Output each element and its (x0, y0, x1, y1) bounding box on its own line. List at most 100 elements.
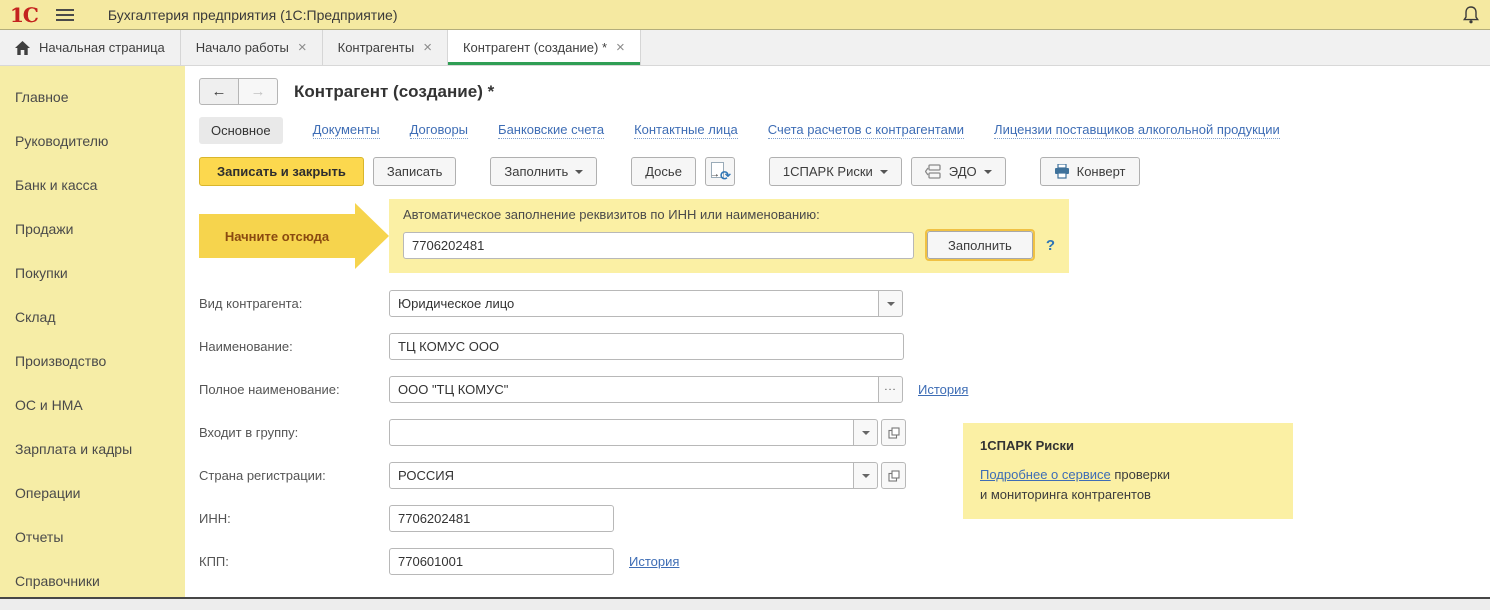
close-tab-icon[interactable]: × (298, 40, 307, 55)
1c-logo-icon: 1С (10, 5, 38, 25)
sidebar-item-zarplata[interactable]: Зарплата и кадры (0, 427, 185, 471)
load-data-button[interactable]: → ⟳ (705, 157, 735, 186)
tab-label: Контрагент (создание) * (463, 40, 607, 55)
app-title: Бухгалтерия предприятия (1С:Предприятие) (108, 7, 398, 23)
group-input[interactable] (389, 419, 854, 446)
nav-link-settlement-accounts[interactable]: Счета расчетов с контрагентами (768, 122, 964, 139)
sidebar-item-rukovoditelyu[interactable]: Руководителю (0, 119, 185, 163)
fullname-label: Полное наименование: (199, 382, 389, 397)
start-here-label: Начните отсюда (225, 229, 329, 244)
group-dropdown-button[interactable] (853, 419, 878, 446)
tab-bar: Начальная страница Начало работы × Контр… (0, 30, 1490, 66)
group-label: Входит в группу: (199, 425, 389, 440)
section-nav: Основное Документы Договоры Банковские с… (199, 117, 1490, 144)
kind-label: Вид контрагента: (199, 296, 389, 311)
spark-text-1: проверки (1111, 467, 1170, 482)
tab-counterparties[interactable]: Контрагенты × (323, 30, 448, 65)
spark-risks-menu-button[interactable]: 1СПАРК Риски (769, 157, 902, 186)
fullname-more-button[interactable]: ... (878, 376, 903, 403)
dropdown-arrow-icon (862, 431, 870, 435)
fullname-history-link[interactable]: История (918, 382, 968, 397)
notifications-bell-icon[interactable] (1462, 5, 1480, 25)
inn-label: ИНН: (199, 511, 389, 526)
edo-menu-button[interactable]: ЭДО (911, 157, 1006, 186)
nav-tab-osnovnoe[interactable]: Основное (199, 117, 283, 144)
open-icon (888, 427, 900, 439)
spark-details-link[interactable]: Подробнее о сервисе (980, 467, 1111, 482)
fill-menu-button[interactable]: Заполнить (490, 157, 597, 186)
tab-counterparty-create[interactable]: Контрагент (создание) * × (448, 30, 641, 65)
dropdown-arrow-icon (880, 170, 888, 174)
sidebar-item-bank-kassa[interactable]: Банк и касса (0, 163, 185, 207)
dropdown-arrow-icon (887, 302, 895, 306)
nav-link-dokumenty[interactable]: Документы (313, 122, 380, 139)
autofill-label: Автоматическое заполнение реквизитов по … (403, 207, 1055, 222)
sidebar-item-operacii[interactable]: Операции (0, 471, 185, 515)
nav-link-alcohol-licenses[interactable]: Лицензии поставщиков алкогольной продукц… (994, 122, 1280, 139)
inn-input[interactable] (389, 505, 614, 532)
main-content: ← → Контрагент (создание) * Основное Док… (185, 66, 1490, 609)
sidebar: Главное Руководителю Банк и касса Продаж… (0, 66, 185, 609)
kind-dropdown-button[interactable] (878, 290, 903, 317)
app-window: 1С Бухгалтерия предприятия (1С:Предприят… (0, 0, 1490, 610)
tab-home[interactable]: Начальная страница (0, 30, 181, 65)
titlebar: 1С Бухгалтерия предприятия (1С:Предприят… (0, 0, 1490, 30)
help-icon[interactable]: ? (1046, 237, 1055, 254)
form-row-name: Наименование: (199, 333, 1490, 360)
dossier-button[interactable]: Досье (631, 157, 696, 186)
country-dropdown-button[interactable] (853, 462, 878, 489)
inn-autofill-input[interactable] (403, 232, 914, 259)
sidebar-item-os-nma[interactable]: ОС и НМА (0, 383, 185, 427)
autofill-hint-area: Начните отсюда Автоматическое заполнение… (199, 199, 1490, 273)
forward-button[interactable]: → (238, 78, 278, 105)
back-button[interactable]: ← (199, 78, 239, 105)
tab-label: Начало работы (196, 40, 289, 55)
counterparty-form: Вид контрагента: Наименование: Полное на… (199, 290, 1490, 575)
fullname-input[interactable] (389, 376, 879, 403)
kpp-input[interactable] (389, 548, 614, 575)
sidebar-item-proizvodstvo[interactable]: Производство (0, 339, 185, 383)
form-row-kind: Вид контрагента: (199, 290, 1490, 317)
close-tab-icon[interactable]: × (616, 40, 625, 55)
form-row-country: Страна регистрации: (199, 462, 1490, 489)
nav-link-contacts[interactable]: Контактные лица (634, 122, 738, 139)
name-label: Наименование: (199, 339, 389, 354)
sidebar-item-otchety[interactable]: Отчеты (0, 515, 185, 559)
autofill-panel: Автоматическое заполнение реквизитов по … (389, 199, 1069, 273)
close-tab-icon[interactable]: × (423, 40, 432, 55)
bottom-divider (0, 597, 1490, 610)
hamburger-menu-icon[interactable] (56, 9, 74, 21)
sidebar-item-sklad[interactable]: Склад (0, 295, 185, 339)
group-open-button[interactable] (881, 419, 906, 446)
kpp-history-link[interactable]: История (629, 554, 679, 569)
country-input[interactable] (389, 462, 854, 489)
kind-combo-input[interactable] (389, 290, 879, 317)
nav-link-dogovory[interactable]: Договоры (410, 122, 468, 139)
tab-getting-started[interactable]: Начало работы × (181, 30, 323, 65)
autofill-fill-button[interactable]: Заполнить (927, 231, 1033, 259)
ellipsis-icon: ... (884, 382, 896, 393)
printer-icon (1054, 164, 1070, 179)
tab-label: Контрагенты (338, 40, 415, 55)
sidebar-item-pokupki[interactable]: Покупки (0, 251, 185, 295)
spark-text-2: и мониторинга контрагентов (980, 485, 1276, 505)
sidebar-item-glavnoe[interactable]: Главное (0, 75, 185, 119)
sidebar-item-prodazhi[interactable]: Продажи (0, 207, 185, 251)
spark-risks-info-box: 1СПАРК Риски Подробнее о сервисе проверк… (963, 423, 1293, 519)
tab-label: Начальная страница (39, 40, 165, 55)
envelope-print-button[interactable]: Конверт (1040, 157, 1140, 186)
save-button[interactable]: Записать (373, 157, 457, 186)
dropdown-arrow-icon (862, 474, 870, 478)
nav-link-bank-accounts[interactable]: Банковские счета (498, 122, 604, 139)
dropdown-arrow-icon (984, 170, 992, 174)
page-title: Контрагент (создание) * (294, 82, 494, 102)
kpp-label: КПП: (199, 554, 389, 569)
dropdown-arrow-icon (575, 170, 583, 174)
forward-arrow-icon: → (251, 83, 266, 100)
back-arrow-icon: ← (212, 83, 227, 100)
name-input[interactable] (389, 333, 904, 360)
save-and-close-button[interactable]: Записать и закрыть (199, 157, 364, 186)
country-open-button[interactable] (881, 462, 906, 489)
country-label: Страна регистрации: (199, 468, 389, 483)
form-row-fullname: Полное наименование: ... История (199, 376, 1490, 403)
